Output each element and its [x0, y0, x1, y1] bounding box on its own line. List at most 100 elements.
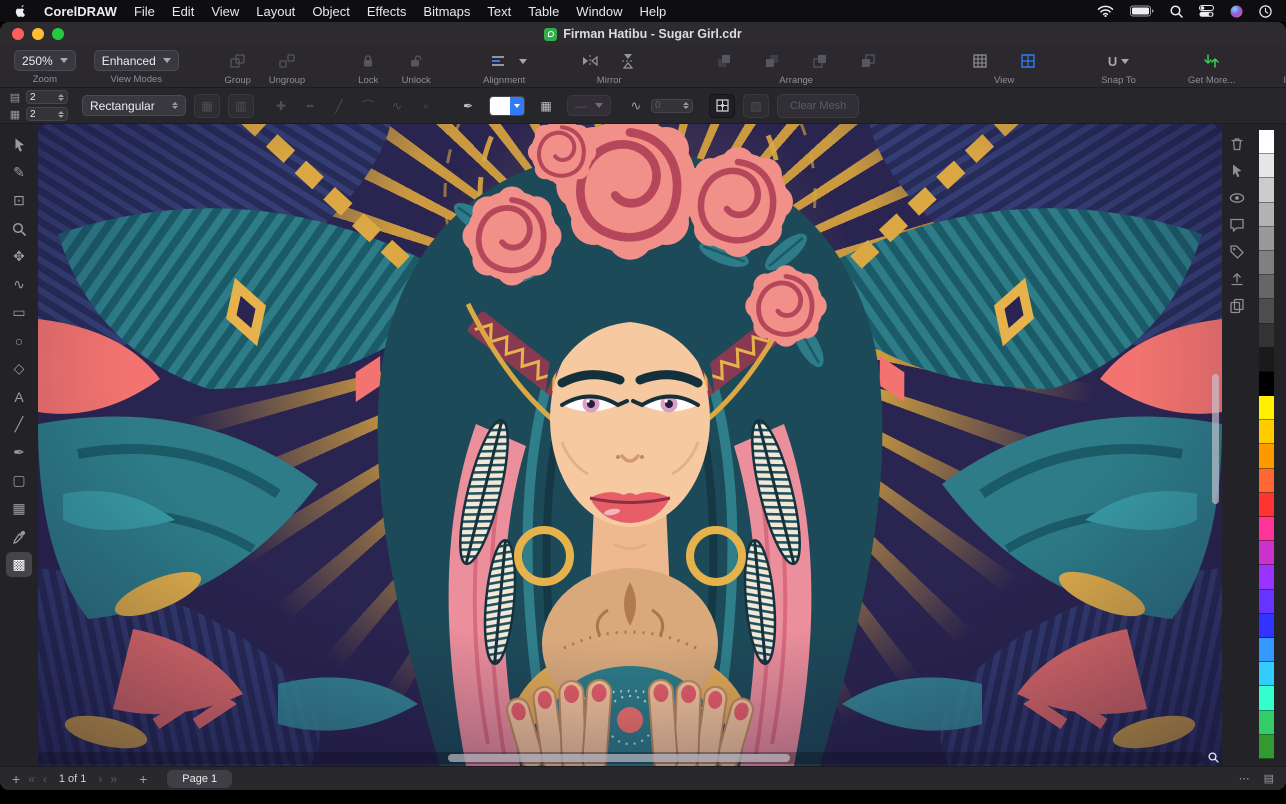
smooth-node-button[interactable]: ∿	[384, 94, 410, 118]
symmetric-node-button[interactable]: ▫	[413, 94, 439, 118]
upload-icon[interactable]	[1229, 271, 1245, 287]
clock-icon[interactable]	[1259, 5, 1272, 18]
color-swatch[interactable]	[1259, 541, 1274, 566]
menu-item-bitmaps[interactable]: Bitmaps	[423, 4, 470, 19]
mesh-cols-spinner[interactable]: 2	[26, 107, 68, 121]
color-swatch[interactable]	[1259, 686, 1274, 711]
color-swatch[interactable]	[1259, 420, 1274, 445]
apple-menu[interactable]	[14, 4, 27, 18]
delete-node-button[interactable]: ╍	[297, 94, 323, 118]
eye-icon[interactable]	[1229, 190, 1245, 206]
color-swatch[interactable]	[1259, 492, 1274, 517]
menu-item-table[interactable]: Table	[528, 4, 559, 19]
fill-color-dropdown[interactable]	[510, 96, 524, 115]
curve-style-dropdown[interactable]: —	[567, 95, 611, 116]
add-page-button-2[interactable]: +	[139, 772, 147, 786]
horizontal-scrollbar[interactable]	[448, 754, 790, 762]
control-center-icon[interactable]	[1199, 5, 1214, 17]
zoom-tool[interactable]	[6, 216, 32, 241]
mesh-rows-spinner[interactable]: 2	[26, 90, 68, 104]
chevron-down-icon[interactable]	[1121, 58, 1130, 64]
shape-tool[interactable]: ✎	[6, 160, 32, 185]
palette-options-icon[interactable]: ▤	[1264, 772, 1274, 785]
pick-tool[interactable]	[6, 132, 32, 157]
menu-item-object[interactable]: Object	[312, 4, 350, 19]
lock-button[interactable]	[351, 50, 385, 72]
zoom-dropdown[interactable]: 250%	[14, 50, 76, 71]
canvas-viewport[interactable]	[38, 124, 1222, 766]
to-curve-button[interactable]: ⌒	[355, 94, 381, 118]
page-tab[interactable]: Page 1	[167, 769, 233, 788]
menu-item-edit[interactable]: Edit	[172, 4, 194, 19]
menu-item-window[interactable]: Window	[576, 4, 622, 19]
menu-item-text[interactable]: Text	[487, 4, 511, 19]
ellipse-tool[interactable]: ○	[6, 328, 32, 353]
add-page-button[interactable]: +	[12, 772, 20, 786]
alignment-button[interactable]	[481, 50, 515, 72]
color-swatch[interactable]	[1259, 589, 1274, 614]
text-tool[interactable]: A	[6, 384, 32, 409]
first-page-button[interactable]: «	[28, 772, 35, 786]
color-swatch[interactable]	[1259, 468, 1274, 493]
color-swatch[interactable]	[1259, 613, 1274, 638]
mesh-smooth-button[interactable]: ▨	[743, 93, 769, 118]
polygon-tool[interactable]: ◇	[6, 356, 32, 381]
menu-app-name[interactable]: CorelDRAW	[44, 4, 117, 19]
fill-color-swatch[interactable]	[490, 96, 510, 115]
rectangle-tool[interactable]: ▭	[6, 300, 32, 325]
wifi-icon[interactable]	[1097, 5, 1114, 17]
next-page-button[interactable]: ›	[98, 772, 102, 786]
menu-item-file[interactable]: File	[134, 4, 155, 19]
unlock-button[interactable]	[399, 50, 433, 72]
mesh-options-button[interactable]	[709, 93, 735, 118]
overflow-menu-button[interactable]: ⋯	[1239, 772, 1250, 785]
color-swatch[interactable]	[1259, 637, 1274, 663]
color-swatch[interactable]	[1259, 371, 1274, 397]
color-swatch[interactable]	[1259, 662, 1274, 687]
mesh-color-picker-button[interactable]: ✒	[455, 94, 481, 118]
view-grid-button[interactable]	[963, 50, 997, 72]
color-swatch[interactable]	[1259, 710, 1274, 735]
group-button[interactable]	[221, 50, 255, 72]
clear-mesh-button[interactable]: Clear Mesh	[777, 93, 860, 118]
color-swatch[interactable]	[1259, 154, 1274, 179]
menu-item-help[interactable]: Help	[640, 4, 667, 19]
ungroup-button[interactable]	[270, 50, 304, 72]
menu-item-layout[interactable]: Layout	[256, 4, 295, 19]
mirror-horizontal-button[interactable]	[573, 50, 607, 72]
color-swatch[interactable]	[1259, 565, 1274, 590]
color-swatch[interactable]	[1259, 347, 1274, 372]
transparency-spinner[interactable]: 0	[651, 98, 693, 113]
minimize-window-button[interactable]	[32, 28, 44, 40]
view-modes-dropdown[interactable]: Enhanced	[93, 50, 179, 71]
color-swatch[interactable]	[1259, 178, 1274, 203]
color-swatch[interactable]	[1259, 323, 1274, 348]
get-more-icon[interactable]	[1195, 50, 1229, 72]
color-swatch[interactable]	[1259, 444, 1274, 469]
canvas-artwork[interactable]	[38, 124, 1222, 766]
interactive-fill-grid-icon[interactable]: ▦	[533, 94, 559, 118]
to-front-button[interactable]	[707, 50, 741, 72]
mesh-fill-tool[interactable]: ▩	[6, 552, 32, 577]
eyedropper-tool[interactable]	[6, 524, 32, 549]
spotlight-search-icon[interactable]	[1170, 5, 1183, 18]
free-transform-tool[interactable]: ✥	[6, 244, 32, 269]
pick-icon[interactable]	[1229, 163, 1245, 179]
to-line-button[interactable]: ╱	[326, 94, 352, 118]
add-intersection-button[interactable]: ▦	[194, 93, 220, 118]
pages-icon[interactable]	[1229, 298, 1245, 314]
previous-page-button[interactable]: ‹	[43, 772, 47, 786]
forward-one-button[interactable]	[803, 50, 837, 72]
line-tool[interactable]: ╱	[6, 412, 32, 437]
color-swatch[interactable]	[1259, 202, 1274, 227]
color-swatch[interactable]	[1259, 517, 1274, 542]
connector-tool[interactable]: ∿	[6, 272, 32, 297]
bezier-tool[interactable]: ✒	[6, 440, 32, 465]
remove-intersection-button[interactable]: ▥	[228, 93, 254, 118]
back-one-button[interactable]	[851, 50, 885, 72]
zoom-corner-button[interactable]	[1206, 750, 1220, 764]
color-swatch[interactable]	[1259, 226, 1274, 251]
vertical-scrollbar[interactable]	[1212, 374, 1219, 504]
pattern-fill-tool[interactable]: ▦	[6, 496, 32, 521]
zoom-window-button[interactable]	[52, 28, 64, 40]
